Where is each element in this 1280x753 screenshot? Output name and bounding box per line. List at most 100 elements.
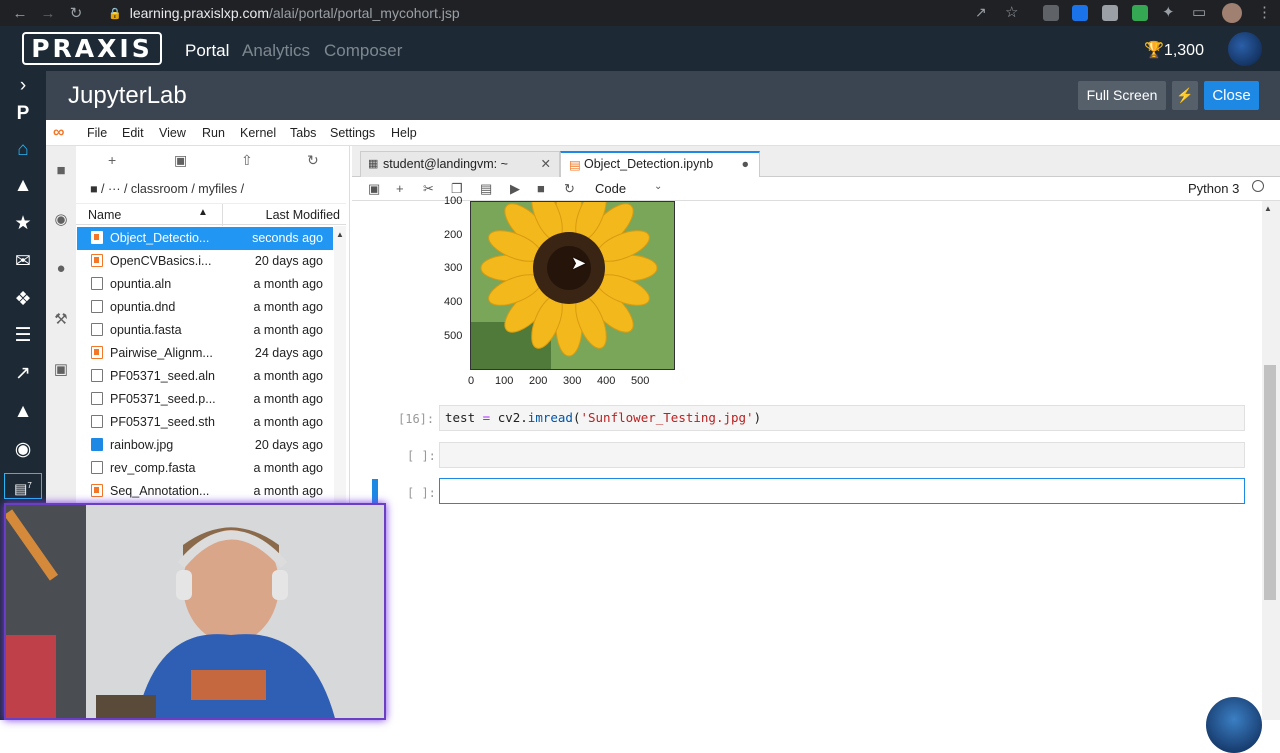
close-tab-icon[interactable]: ✕ xyxy=(541,152,551,176)
new-folder-icon[interactable]: ▣ xyxy=(174,152,187,169)
file-name: opuntia.fasta xyxy=(110,323,182,337)
extension-color-icon[interactable] xyxy=(1132,5,1148,21)
terminal-icon: ▦ xyxy=(368,158,379,170)
sort-up-icon[interactable]: ▲ xyxy=(198,207,208,218)
chart-icon[interactable]: ↗ xyxy=(0,359,46,389)
expand-chevron-icon[interactable]: › xyxy=(0,71,46,101)
reload-icon[interactable]: ↻ xyxy=(62,4,90,22)
extension-shield-icon[interactable] xyxy=(1072,5,1088,21)
scroll-up-icon[interactable]: ▲ xyxy=(336,230,344,239)
user-avatar[interactable] xyxy=(1228,32,1262,66)
menu-settings[interactable]: Settings xyxy=(330,126,375,140)
menu-help[interactable]: Help xyxy=(391,126,417,140)
file-row[interactable]: Seq_Annotation... a month ago xyxy=(77,480,333,503)
menu-kernel[interactable]: Kernel xyxy=(240,126,276,140)
file-icon xyxy=(91,461,103,474)
kernel-name[interactable]: Python 3 xyxy=(1188,181,1239,196)
new-launcher-icon[interactable]: + xyxy=(108,152,116,168)
network-icon[interactable]: ❖ xyxy=(0,285,46,315)
address-bar[interactable]: 🔒 learning.praxislxp.com/alai/portal/por… xyxy=(108,2,1028,24)
fox-icon[interactable]: ▲ xyxy=(0,171,46,201)
url-path: /alai/portal/portal_mycohort.jsp xyxy=(269,5,460,21)
file-modified: 20 days ago xyxy=(254,438,323,452)
code-cell-input[interactable]: test = cv2.imread('Sunflower_Testing.jpg… xyxy=(439,405,1245,431)
upload-icon[interactable]: ⇧ xyxy=(241,152,253,169)
wrench-icon[interactable]: ⚒ xyxy=(51,310,71,330)
restart-icon[interactable]: ↻ xyxy=(564,181,575,197)
file-row[interactable]: opuntia.dnd a month ago xyxy=(77,296,333,319)
puzzle-icon[interactable]: ✦ xyxy=(1162,3,1175,21)
stop-circle-icon[interactable]: ◉ xyxy=(51,210,71,230)
code-operator: = xyxy=(475,410,498,425)
file-row[interactable]: PF05371_seed.aln a month ago xyxy=(77,365,333,388)
folder-icon[interactable]: ■ xyxy=(51,162,71,182)
file-row[interactable]: PF05371_seed.p... a month ago xyxy=(77,388,333,411)
refresh-icon[interactable]: ↻ xyxy=(307,152,319,169)
close-button[interactable]: Close xyxy=(1204,81,1259,110)
floating-avatar[interactable] xyxy=(1206,697,1262,753)
active-code-cell-input[interactable] xyxy=(439,478,1245,504)
full-screen-button[interactable]: Full Screen xyxy=(1078,81,1166,110)
sidepanel-icon[interactable]: ▭ xyxy=(1192,3,1206,21)
share-icon[interactable]: ↗ xyxy=(975,4,987,21)
nav-portal[interactable]: Portal xyxy=(185,41,229,61)
badge-icon[interactable]: ◉ xyxy=(0,435,46,465)
file-row[interactable]: PF05371_seed.sth a month ago xyxy=(77,411,333,434)
cell-type-select[interactable]: Code xyxy=(595,181,626,196)
forward-icon[interactable]: → xyxy=(34,5,62,22)
p-logo-icon[interactable]: P xyxy=(0,99,46,129)
stop-icon[interactable]: ■ xyxy=(537,181,545,196)
tab-notebook[interactable]: ▤ Object_Detection.ipynb ● xyxy=(560,151,760,177)
file-row[interactable]: rev_comp.fasta a month ago xyxy=(77,457,333,480)
graduation-icon[interactable]: ▲ xyxy=(0,397,46,427)
menu-tabs[interactable]: Tabs xyxy=(290,126,316,140)
mail-icon[interactable]: ✉ xyxy=(0,247,46,277)
unsaved-dot-icon[interactable]: ● xyxy=(741,152,749,176)
cut-icon[interactable]: ✂ xyxy=(423,181,434,197)
palette-icon[interactable]: ● xyxy=(51,260,71,280)
id-card-icon[interactable]: ▤7 xyxy=(4,473,42,499)
profile-avatar[interactable] xyxy=(1222,3,1242,23)
tabs-icon[interactable]: ▣ xyxy=(51,360,71,380)
paste-icon[interactable]: ▤ xyxy=(480,181,492,197)
y-tick: 500 xyxy=(444,330,463,342)
scroll-thumb[interactable] xyxy=(1264,365,1276,600)
file-row[interactable]: rainbow.jpg 20 days ago xyxy=(77,434,333,457)
tab-terminal[interactable]: ▦ student@landingvm: ~ ✕ xyxy=(360,151,560,177)
menu-view[interactable]: View xyxy=(159,126,186,140)
file-row[interactable]: OpenCVBasics.i... 20 days ago xyxy=(77,250,333,273)
extension-k-icon[interactable] xyxy=(1102,5,1118,21)
menu-file[interactable]: File xyxy=(87,126,107,140)
list-icon[interactable]: ☰ xyxy=(0,321,46,351)
image-file-icon xyxy=(91,438,103,451)
run-icon[interactable]: ▶ xyxy=(510,181,520,197)
chevron-down-icon[interactable]: ⌄ xyxy=(654,181,662,192)
nav-composer[interactable]: Composer xyxy=(324,41,402,61)
extension-icon[interactable] xyxy=(1043,5,1059,21)
insert-cell-icon[interactable]: + xyxy=(396,181,404,196)
file-row[interactable]: opuntia.aln a month ago xyxy=(77,273,333,296)
file-row[interactable]: Object_Detectio... seconds ago xyxy=(77,227,333,250)
menu-run[interactable]: Run xyxy=(202,126,225,140)
back-icon[interactable]: ← xyxy=(6,5,34,22)
file-list-scrollbar[interactable]: ▲ xyxy=(334,226,346,506)
nav-analytics[interactable]: Analytics xyxy=(242,41,310,61)
menu-edit[interactable]: Edit xyxy=(122,126,144,140)
praxis-logo[interactable]: PRAXIS xyxy=(22,32,162,65)
home-icon[interactable]: ⌂ xyxy=(0,135,46,165)
menu-dots-icon[interactable]: ⋮ xyxy=(1257,3,1272,21)
notebook-file-icon xyxy=(91,254,103,267)
file-row[interactable]: Pairwise_Alignm... 24 days ago xyxy=(77,342,333,365)
breadcrumb-path: / ··· / classroom / myfiles / xyxy=(101,182,245,196)
bookmark-star-icon[interactable]: ☆ xyxy=(1005,3,1018,21)
breadcrumb[interactable]: ■ / ··· / classroom / myfiles / xyxy=(90,182,244,196)
code-cell-input[interactable] xyxy=(439,442,1245,468)
id-card-badge: 7 xyxy=(27,481,32,490)
save-icon[interactable]: ▣ xyxy=(368,181,380,197)
plug-icon[interactable]: ⚡ xyxy=(1172,81,1198,110)
trophy-nav-icon[interactable]: ★ xyxy=(0,209,46,239)
name-column-header[interactable]: Name xyxy=(88,208,121,222)
modified-column-header[interactable]: Last Modified xyxy=(266,208,340,222)
file-row[interactable]: opuntia.fasta a month ago xyxy=(77,319,333,342)
scroll-up-arrow-icon[interactable]: ▲ xyxy=(1264,204,1272,213)
